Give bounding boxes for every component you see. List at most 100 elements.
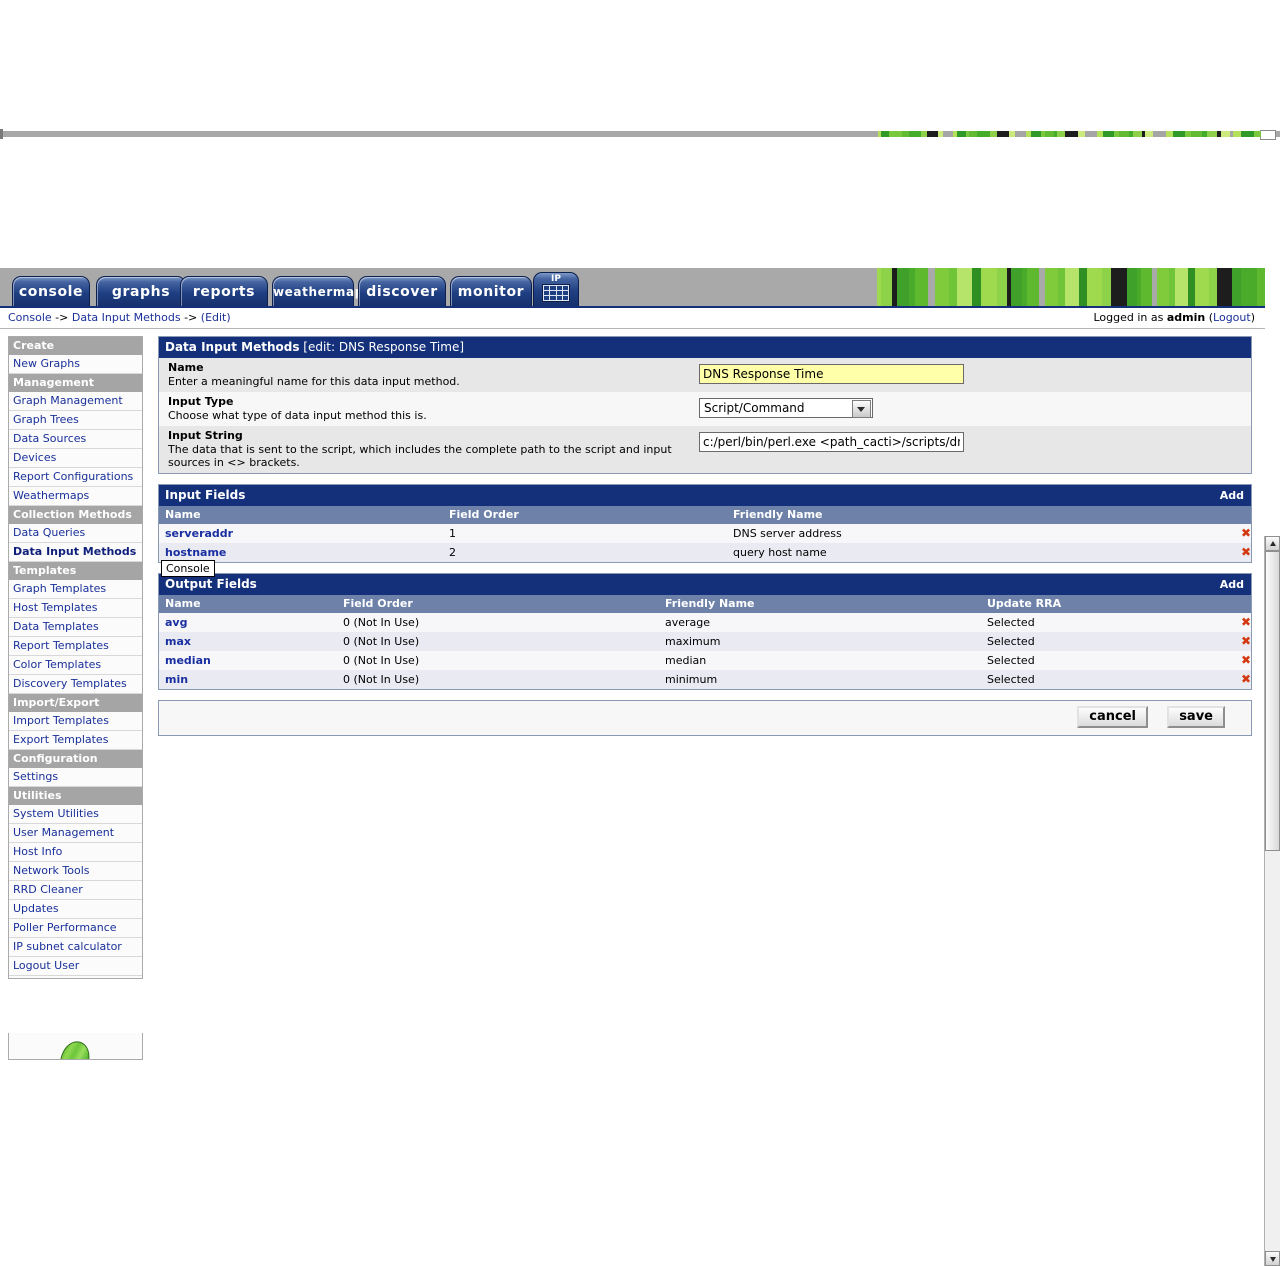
sidebar-item-label[interactable]: Weathermaps — [13, 489, 89, 502]
sidebar-item-label[interactable]: Report Templates — [13, 639, 109, 652]
save-button[interactable]: save — [1167, 706, 1225, 728]
sidebar-item-user-management[interactable]: User Management — [9, 824, 142, 843]
row-name-link[interactable]: max — [165, 635, 191, 648]
sidebar-item-graph-templates[interactable]: Graph Templates — [9, 580, 142, 599]
delete-cell[interactable]: ✖ — [1227, 632, 1251, 651]
sidebar-item-label[interactable]: Graph Templates — [13, 582, 106, 595]
sidebar-item-label[interactable]: Poller Performance — [13, 921, 117, 934]
output-fields-add-link[interactable]: Add — [1220, 577, 1244, 592]
delete-cell[interactable]: ✖ — [1227, 613, 1251, 632]
row-name-link[interactable]: median — [165, 654, 211, 667]
delete-icon[interactable]: ✖ — [1241, 634, 1251, 648]
delete-icon[interactable]: ✖ — [1241, 545, 1251, 559]
sidebar-item-report-templates[interactable]: Report Templates — [9, 637, 142, 656]
chevron-down-icon[interactable] — [852, 400, 871, 418]
sidebar-item-host-templates[interactable]: Host Templates — [9, 599, 142, 618]
sidebar-item-new-graphs[interactable]: New Graphs — [9, 355, 142, 374]
sidebar-item-label[interactable]: Settings — [13, 770, 58, 783]
sidebar-item-label[interactable]: Host Info — [13, 845, 62, 858]
sidebar-item-label[interactable]: Network Tools — [13, 864, 90, 877]
tab-reports[interactable]: reports — [180, 276, 268, 306]
tab-ip-calculator[interactable]: IP — [533, 272, 579, 306]
name-input[interactable] — [699, 364, 964, 384]
cancel-button[interactable]: cancel — [1077, 706, 1148, 728]
delete-icon[interactable]: ✖ — [1241, 653, 1251, 667]
sidebar-item-label[interactable]: Data Templates — [13, 620, 99, 633]
sidebar-item-label[interactable]: Data Queries — [13, 526, 85, 539]
sidebar-item-label[interactable]: User Management — [13, 826, 114, 839]
breadcrumb-console[interactable]: Console — [8, 311, 52, 324]
sidebar-item-label[interactable]: Report Configurations — [13, 470, 133, 483]
scroll-down-icon[interactable] — [1265, 1251, 1280, 1266]
row-name-link[interactable]: min — [165, 673, 188, 686]
scrollbar-thumb[interactable] — [1265, 551, 1280, 851]
delete-cell[interactable]: ✖ — [1227, 543, 1251, 562]
table-row[interactable]: median 0 (Not In Use) median Selected ✖ — [159, 651, 1251, 670]
sidebar-item-label[interactable]: New Graphs — [13, 357, 80, 370]
row-name-link[interactable]: avg — [165, 616, 187, 629]
sidebar-item-label[interactable]: Data Sources — [13, 432, 86, 445]
sidebar-item-data-queries[interactable]: Data Queries — [9, 524, 142, 543]
sidebar-item-rrd-cleaner[interactable]: RRD Cleaner — [9, 881, 142, 900]
delete-cell[interactable]: ✖ — [1227, 670, 1251, 689]
tab-weathermap[interactable]: weathermap — [272, 276, 363, 306]
logout-link[interactable]: Logout — [1213, 311, 1251, 324]
delete-cell[interactable]: ✖ — [1227, 651, 1251, 670]
tab-graphs[interactable]: graphs — [96, 276, 186, 306]
table-row[interactable]: min 0 (Not In Use) minimum Selected ✖ — [159, 670, 1251, 689]
sidebar-item-network-tools[interactable]: Network Tools — [9, 862, 142, 881]
tab-discover[interactable]: discover — [358, 276, 446, 306]
sidebar-item-logout-user[interactable]: Logout User — [9, 957, 142, 976]
sidebar-item-graph-trees[interactable]: Graph Trees — [9, 411, 142, 430]
sidebar-item-label[interactable]: Data Input Methods — [13, 545, 136, 558]
row-name-link[interactable]: hostname — [165, 546, 226, 559]
sidebar-item-label[interactable]: Host Templates — [13, 601, 97, 614]
delete-cell[interactable]: ✖ — [1227, 524, 1251, 543]
delete-icon[interactable]: ✖ — [1241, 526, 1251, 540]
breadcrumb-data-input-methods[interactable]: Data Input Methods — [72, 311, 181, 324]
sidebar-item-updates[interactable]: Updates — [9, 900, 142, 919]
table-row[interactable]: serveraddr 1 DNS server address ✖ — [159, 524, 1251, 543]
sidebar-item-label[interactable]: Discovery Templates — [13, 677, 127, 690]
tab-monitor[interactable]: monitor — [450, 276, 532, 306]
sidebar-item-discovery-templates[interactable]: Discovery Templates — [9, 675, 142, 694]
sidebar-item-label[interactable]: Color Templates — [13, 658, 101, 671]
sidebar-item-system-utilities[interactable]: System Utilities — [9, 805, 142, 824]
sidebar-item-label[interactable]: Graph Trees — [13, 413, 79, 426]
sidebar-item-label[interactable]: System Utilities — [13, 807, 99, 820]
sidebar-item-label[interactable]: Devices — [13, 451, 56, 464]
table-row[interactable]: max 0 (Not In Use) maximum Selected ✖ — [159, 632, 1251, 651]
sidebar-item-import-templates[interactable]: Import Templates — [9, 712, 142, 731]
input-type-select[interactable]: Script/Command — [699, 398, 873, 418]
table-row[interactable]: avg 0 (Not In Use) average Selected ✖ — [159, 613, 1251, 632]
sidebar-item-label[interactable]: Import Templates — [13, 714, 109, 727]
sidebar-item-label[interactable]: Logout User — [13, 959, 79, 972]
sidebar-item-color-templates[interactable]: Color Templates — [9, 656, 142, 675]
input-string-input[interactable] — [699, 432, 964, 452]
vertical-scrollbar[interactable] — [1264, 536, 1280, 1266]
delete-icon[interactable]: ✖ — [1241, 615, 1251, 629]
sidebar-item-data-sources[interactable]: Data Sources — [9, 430, 142, 449]
sidebar-item-host-info[interactable]: Host Info — [9, 843, 142, 862]
row-name-link[interactable]: serveraddr — [165, 527, 233, 540]
scroll-up-icon[interactable] — [1265, 536, 1280, 551]
sidebar-item-settings[interactable]: Settings — [9, 768, 142, 787]
sidebar-item-data-templates[interactable]: Data Templates — [9, 618, 142, 637]
sidebar-item-label[interactable]: RRD Cleaner — [13, 883, 83, 896]
sidebar-item-devices[interactable]: Devices — [9, 449, 142, 468]
sidebar-item-label[interactable]: Updates — [13, 902, 59, 915]
table-row[interactable]: hostname 2 query host name ✖ — [159, 543, 1251, 562]
tab-console[interactable]: console — [12, 276, 90, 306]
sidebar-item-export-templates[interactable]: Export Templates — [9, 731, 142, 750]
sidebar-item-data-input-methods[interactable]: Data Input Methods — [9, 543, 142, 562]
sidebar-item-label[interactable]: Graph Management — [13, 394, 123, 407]
sidebar-item-graph-management[interactable]: Graph Management — [9, 392, 142, 411]
sidebar-item-weathermaps[interactable]: Weathermaps — [9, 487, 142, 506]
input-fields-add-link[interactable]: Add — [1220, 488, 1244, 503]
sidebar-item-label[interactable]: IP subnet calculator — [13, 940, 122, 953]
sidebar-item-label[interactable]: Export Templates — [13, 733, 108, 746]
sidebar-item-ip-subnet-calculator[interactable]: IP subnet calculator — [9, 938, 142, 957]
delete-icon[interactable]: ✖ — [1241, 672, 1251, 686]
sidebar-item-report-configurations[interactable]: Report Configurations — [9, 468, 142, 487]
sidebar-item-poller-performance[interactable]: Poller Performance — [9, 919, 142, 938]
